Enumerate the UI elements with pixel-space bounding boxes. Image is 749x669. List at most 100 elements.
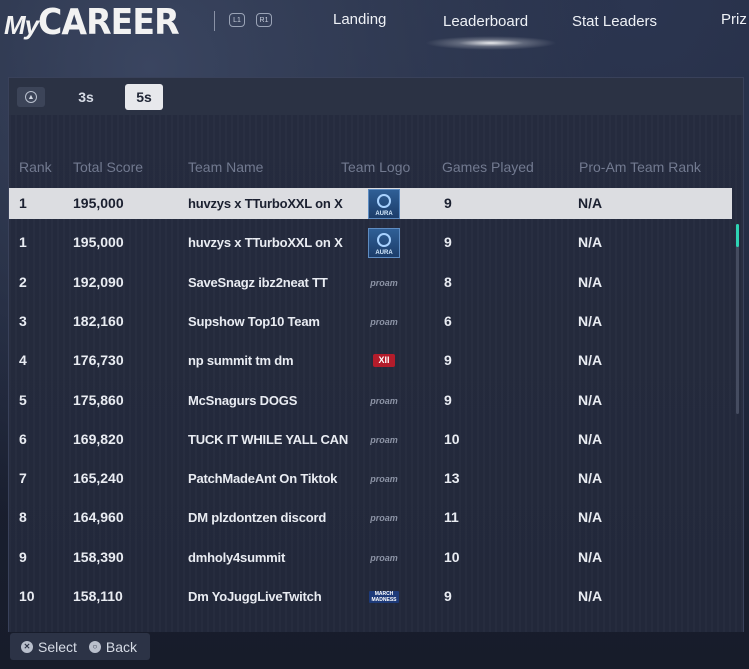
proam-rank-cell: N/A: [578, 352, 603, 368]
team-logo-cell: proam: [364, 267, 404, 298]
aura-logo-text: AURA: [375, 249, 393, 256]
proam-logo: proam: [370, 473, 398, 484]
xii-logo: XII: [373, 354, 395, 367]
table-row[interactable]: 10 158,110 Dm YoJuggLiveTwitch MARCH MADNES…: [9, 581, 732, 612]
team-logo-cell: MARCH MADNESS: [364, 581, 404, 612]
team-name-cell: dmholy4summit: [188, 550, 286, 565]
games-played-cell: 8: [444, 274, 452, 290]
rank-cell: 6: [19, 431, 27, 447]
table-row[interactable]: 8 164,960 DM plzdontzen discord proam 11 N/A: [9, 502, 732, 533]
rank-cell: 8: [19, 509, 27, 525]
leaderboard-table: Rank Total Score Team Name Team Logo Gam…: [9, 115, 743, 632]
back-prompt[interactable]: Back: [106, 639, 137, 655]
proam-rank-cell: N/A: [578, 549, 603, 565]
total-score-cell: 176,730: [73, 352, 124, 368]
table-row[interactable]: 9 158,390 dmholy4summit proam 10 N/A: [9, 542, 732, 573]
table-row[interactable]: 5 175,860 McSnagurs DOGS proam 9 N/A: [9, 385, 732, 416]
aura-ring-icon: [377, 193, 391, 208]
circle-button-icon: ○: [88, 640, 101, 653]
aura-ring-icon: [377, 232, 391, 247]
scrollbar-thumb[interactable]: [736, 224, 739, 247]
total-score-cell: 192,090: [73, 274, 124, 290]
total-score-cell: 165,240: [73, 470, 124, 486]
team-logo-cell: proam: [364, 542, 404, 573]
total-score-cell: 169,820: [73, 431, 124, 447]
tab-3s[interactable]: 3s: [67, 84, 105, 110]
march-madness-logo: MARCH MADNESS: [369, 590, 399, 603]
games-played-cell: 9: [444, 588, 452, 604]
select-prompt[interactable]: Select: [38, 639, 77, 655]
table-row[interactable]: 3 182,160 Supshow Top10 Team proam 6 N/A: [9, 306, 732, 337]
proam-logo: proam: [370, 434, 398, 445]
l1-bumper-icon[interactable]: L1: [229, 13, 245, 27]
team-logo-cell: proam: [364, 463, 404, 494]
table-row[interactable]: 7 165,240 PatchMadeAnt On Tiktok proam 13 N/A: [9, 463, 732, 494]
team-logo-cell: XII: [364, 345, 404, 376]
team-logo-cell: AURA: [364, 227, 404, 258]
games-played-cell: 13: [444, 470, 460, 486]
table-row[interactable]: 4 176,730 np summit tm dm XII 9 N/A: [9, 345, 732, 376]
proam-rank-cell: N/A: [578, 313, 603, 329]
games-played-cell: 10: [444, 431, 460, 447]
team-logo-cell: proam: [364, 306, 404, 337]
scrollbar-track[interactable]: [736, 224, 739, 414]
games-played-cell: 10: [444, 549, 460, 565]
games-played-cell: 9: [444, 392, 452, 408]
proam-rank-cell: N/A: [578, 274, 603, 290]
r1-bumper-icon[interactable]: R1: [256, 13, 272, 27]
rank-cell: 1: [19, 234, 27, 250]
logo-career-text: CAREER: [38, 2, 180, 43]
rank-cell: 1: [19, 195, 27, 211]
nav-tab-prizes[interactable]: Priz: [721, 11, 747, 28]
games-played-cell: 9: [444, 195, 452, 211]
rank-cell: 10: [19, 588, 35, 604]
mode-tabs-bar: ▲ 3s 5s: [9, 78, 743, 115]
proam-logo: proam: [370, 552, 398, 563]
aura-logo-text: AURA: [375, 210, 393, 217]
table-header-row: Rank Total Score Team Name Team Logo Gam…: [9, 159, 743, 177]
team-name-cell: huvzys x TTurboXXL on X: [188, 235, 343, 250]
team-name-cell: SaveSnagz ibz2neat TT: [188, 275, 328, 290]
nav-tab-stat-leaders[interactable]: Stat Leaders: [572, 13, 657, 30]
button-prompts-bar: ✕ Select ○ Back: [10, 633, 150, 660]
total-score-cell: 195,000: [73, 234, 124, 250]
total-score-cell: 175,860: [73, 392, 124, 408]
triangle-glyph-icon: ▲: [25, 91, 37, 103]
nav-tab-landing[interactable]: Landing: [333, 11, 386, 28]
table-row[interactable]: 1 195,000 huvzys x TTurboXXL on X AURA 9 N/A: [9, 227, 732, 258]
team-name-cell: TUCK IT WHILE YALL CAN: [188, 432, 349, 447]
logo-my-text: My: [4, 10, 39, 40]
column-header-team-name: Team Name: [188, 159, 264, 175]
nav-divider: [214, 11, 215, 31]
proam-logo: proam: [370, 395, 398, 406]
rank-cell: 4: [19, 352, 27, 368]
team-logo-cell: proam: [364, 385, 404, 416]
total-score-cell: 164,960: [73, 509, 124, 525]
proam-logo: proam: [370, 277, 398, 288]
team-name-cell: McSnagurs DOGS: [188, 393, 298, 408]
cross-button-icon: ✕: [21, 640, 33, 653]
triangle-button-icon[interactable]: ▲: [17, 87, 45, 107]
column-header-proam-rank: Pro-Am Team Rank: [579, 159, 701, 175]
top-nav-bar: My CAREER L1 R1 Landing Leaderboard Stat…: [0, 0, 749, 50]
proam-rank-cell: N/A: [578, 588, 603, 604]
table-row[interactable]: 6 169,820 TUCK IT WHILE YALL CAN proam 10 N/A: [9, 424, 732, 455]
proam-rank-cell: N/A: [578, 195, 603, 211]
aura-logo: AURA: [368, 188, 400, 219]
proam-rank-cell: N/A: [578, 470, 603, 486]
games-played-cell: 9: [444, 234, 452, 250]
team-name-cell: huvzys x TTurboXXL on X: [188, 196, 343, 211]
mycareer-logo: My CAREER: [4, 2, 191, 43]
proam-rank-cell: N/A: [578, 234, 603, 250]
table-row[interactable]: 1 195,000 huvzys x TTurboXXL on X AURA 9 N/A: [9, 188, 732, 219]
aura-logo: AURA: [368, 227, 400, 258]
proam-rank-cell: N/A: [578, 392, 603, 408]
rank-cell: 9: [19, 549, 27, 565]
team-name-cell: DM plzdontzen discord: [188, 510, 327, 525]
tab-5s[interactable]: 5s: [125, 84, 163, 110]
nav-tab-leaderboard[interactable]: Leaderboard: [443, 13, 528, 30]
table-row[interactable]: 2 192,090 SaveSnagz ibz2neat TT proam 8 N/A: [9, 267, 732, 298]
team-name-cell: np summit tm dm: [188, 353, 294, 368]
games-played-cell: 11: [444, 509, 459, 525]
column-header-total-score: Total Score: [73, 159, 144, 175]
